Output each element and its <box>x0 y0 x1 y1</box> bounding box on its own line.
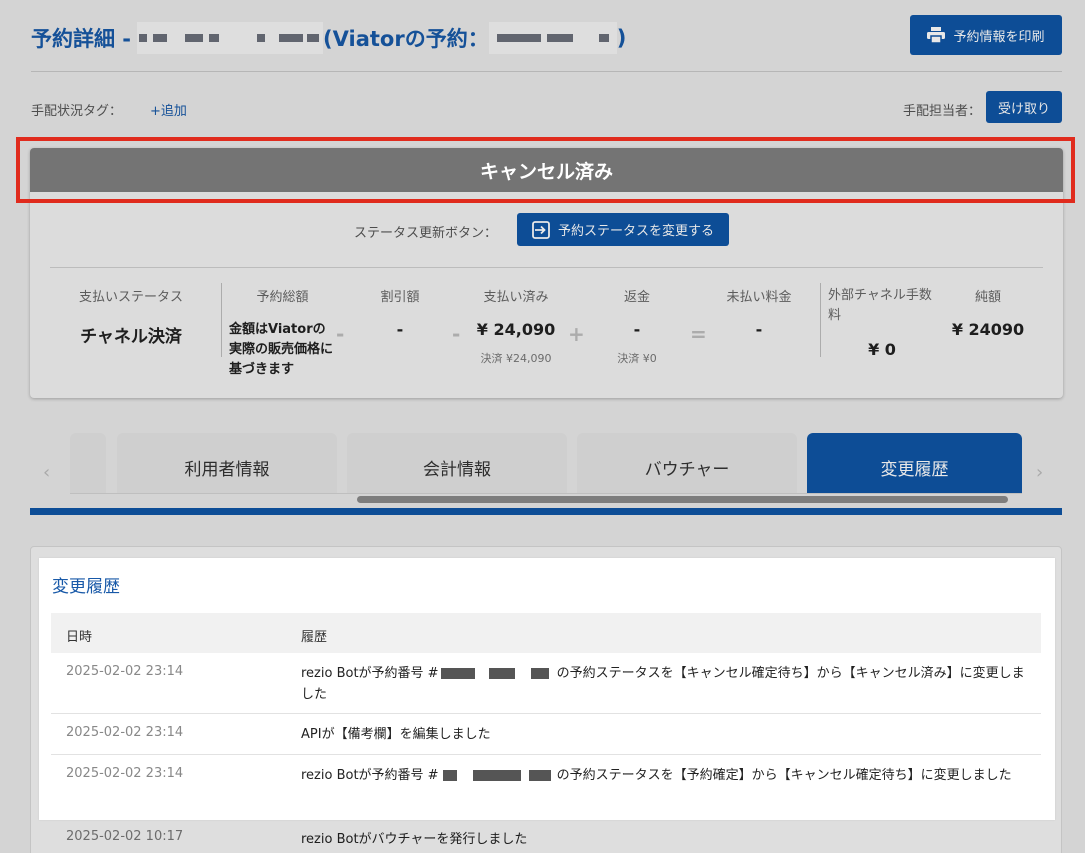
title-middle: (Viatorの予約： <box>323 27 489 51</box>
chevron-right-icon[interactable]: › <box>1036 462 1043 483</box>
redacted-booking-id <box>488 22 617 54</box>
paid-settlement: 決済 ¥24,090 <box>480 352 552 365</box>
redacted-booking-number <box>439 767 557 785</box>
history-row-text: rezio Botがバウチャーを発行しました <box>301 832 528 847</box>
history-table-header <box>51 613 1041 653</box>
add-tag-link[interactable]: +追加 <box>150 100 187 119</box>
discount-value: - <box>396 320 404 339</box>
print-reservation-button[interactable]: 予約情報を印刷 <box>910 15 1062 55</box>
total-amount-note: 金額はViatorの実際の販売価格に基づきます <box>229 322 334 377</box>
tab-customer-info[interactable]: 利用者情報 <box>117 433 337 493</box>
history-row-date: 2025-02-02 23:14 <box>66 664 184 679</box>
tab-change-history[interactable]: 変更履歴 <box>807 433 1022 493</box>
net-amount-label: 純額 <box>974 290 1001 305</box>
tab-baseline <box>70 493 1022 494</box>
column-divider <box>221 283 222 357</box>
header-divider <box>31 71 1062 72</box>
tab-accounting[interactable]: 会計情報 <box>347 433 567 493</box>
net-amount-value: ¥ 24090 <box>951 320 1025 339</box>
history-row-date: 2025-02-02 23:14 <box>66 766 184 781</box>
row-divider <box>51 754 1041 755</box>
redacted-name <box>137 22 324 54</box>
title-prefix: 予約詳細 - <box>31 27 132 51</box>
column-header-datetime: 日時 <box>66 630 93 645</box>
arrangement-tag-label: 手配状況タグ： <box>31 104 123 119</box>
history-row-text: rezio Botが予約番号 # の予約ステータスを【キャンセル確定待ち】から【キ… <box>301 663 1031 705</box>
payment-status-value: チャネル決済 <box>80 327 182 347</box>
history-text-part: rezio Botが予約番号 # <box>301 768 439 783</box>
tab-hidden-partial[interactable] <box>70 433 106 493</box>
history-row-date: 2025-02-02 10:17 <box>66 829 184 844</box>
row-divider <box>51 713 1041 714</box>
paid-label: 支払い済み <box>483 290 549 305</box>
tabs-scrollbar[interactable] <box>357 496 1008 503</box>
tab-voucher[interactable]: バウチャー <box>577 433 797 493</box>
change-status-button[interactable]: 予約ステータスを変更する <box>517 213 729 246</box>
column-header-history: 履歴 <box>301 630 328 645</box>
external-channel-fee-label: 外部チャネル手数料 <box>828 288 932 323</box>
status-update-label: ステータス更新ボタン： <box>354 226 498 241</box>
unpaid-label: 未払い料金 <box>726 290 792 305</box>
minus-operator: - <box>336 322 345 346</box>
status-divider <box>50 267 1043 268</box>
redacted-booking-number <box>439 665 557 683</box>
change-status-label: 予約ステータスを変更する <box>557 224 714 239</box>
history-row-text: APIが【備考欄】を編集しました <box>301 727 491 742</box>
plus-operator: + <box>568 322 585 346</box>
paid-value: ¥ 24,090 <box>476 320 556 339</box>
history-text-part: rezio Botが予約番号 # <box>301 666 439 681</box>
column-divider <box>820 283 821 357</box>
title-suffix: ) <box>616 26 627 50</box>
enter-icon <box>532 220 550 239</box>
refund-value: - <box>633 320 641 339</box>
print-button-label: 予約情報を印刷 <box>953 29 1045 45</box>
equals-operator: = <box>690 322 707 346</box>
unpaid-value: - <box>755 320 763 339</box>
discount-label: 割引額 <box>380 290 420 305</box>
page-title: 予約詳細 - (Viatorの予約： ) <box>31 22 626 54</box>
refund-label: 返金 <box>623 290 650 305</box>
receive-assignment-button[interactable]: 受け取り <box>986 91 1062 123</box>
history-row-date: 2025-02-02 23:14 <box>66 725 184 740</box>
chevron-left-icon[interactable]: ‹ <box>43 462 50 483</box>
cancelled-status-banner: キャンセル済み <box>30 148 1063 192</box>
refund-settlement: 決済 ¥0 <box>617 352 657 365</box>
history-title: 変更履歴 <box>52 577 120 597</box>
history-text-part: の予約ステータスを【予約確定】から【キャンセル確定待ち】に変更しました <box>556 768 1012 783</box>
printer-icon <box>927 27 946 43</box>
active-tab-bar <box>30 508 1062 515</box>
payment-status-label: 支払いステータス <box>78 290 183 305</box>
total-amount-label: 予約総額 <box>256 290 309 305</box>
assignee-label: 手配担当者： <box>903 104 982 119</box>
history-row-text: rezio Botが予約番号 # の予約ステータスを【予約確定】から【キャンセル確… <box>301 765 1031 786</box>
external-channel-fee-value: ¥ 0 <box>868 340 896 359</box>
